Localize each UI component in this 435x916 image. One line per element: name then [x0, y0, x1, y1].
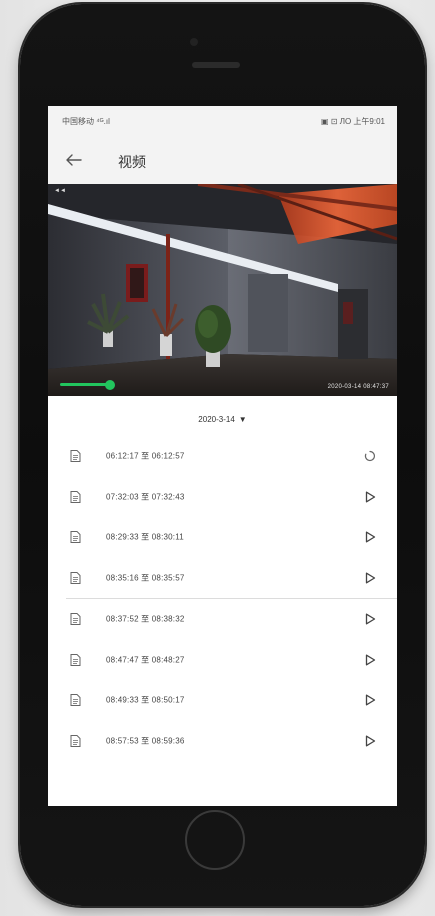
play-icon[interactable]: [363, 693, 377, 707]
video-file-icon: [70, 653, 81, 666]
recording-row[interactable]: 08:57:53 至 08:59:36: [48, 721, 397, 762]
video-file-icon: [70, 571, 81, 584]
video-file-icon: [70, 694, 81, 707]
front-camera: [190, 38, 198, 46]
date-label: 2020-3-14: [198, 414, 235, 424]
play-icon[interactable]: [363, 530, 377, 544]
recording-time-range: 07:32:03 至 07:32:43: [106, 492, 185, 502]
play-icon[interactable]: [363, 571, 377, 585]
recording-time-range: 08:49:33 至 08:50:17: [106, 695, 185, 705]
video-file-icon: [70, 490, 81, 503]
status-right-indicators: ▣ ⊡ ЛO 上午9:01: [321, 117, 385, 126]
video-timestamp: 2020-03-14 08:47:37: [327, 384, 389, 390]
recording-time-range: 06:12:17 至 06:12:57: [106, 451, 185, 461]
play-icon[interactable]: [363, 612, 377, 626]
recording-row[interactable]: 06:12:17 至 06:12:57: [48, 436, 397, 477]
title-bar: 视频: [48, 136, 397, 184]
video-file-icon: [70, 450, 81, 463]
recording-row[interactable]: 08:29:33 至 08:30:11: [48, 517, 397, 558]
recording-row[interactable]: 08:35:16 至 08:35:57: [48, 558, 397, 599]
video-file-icon: [70, 613, 81, 626]
home-button[interactable]: [185, 810, 245, 870]
video-player[interactable]: ◄◄ 2020-03-14 08:47:37: [48, 184, 397, 396]
recording-time-range: 08:29:33 至 08:30:11: [106, 532, 184, 542]
carrier-label: 中国移动 ⁴ᴳ.ıl: [62, 117, 110, 126]
recording-row[interactable]: 08:37:52 至 08:38:32: [48, 599, 397, 640]
page-title: 视频: [118, 154, 146, 170]
recording-row[interactable]: 08:49:33 至 08:50:17: [48, 680, 397, 721]
caret-down-icon: ▼: [238, 414, 247, 424]
recording-time-range: 08:57:53 至 08:59:36: [106, 736, 185, 746]
recording-row[interactable]: 07:32:03 至 07:32:43: [48, 477, 397, 518]
recording-time-range: 08:47:47 至 08:48:27: [106, 655, 185, 665]
recording-row[interactable]: 08:47:47 至 08:48:27: [48, 640, 397, 681]
play-icon[interactable]: [363, 734, 377, 748]
play-icon[interactable]: [363, 490, 377, 504]
phone-frame: 中国移动 ⁴ᴳ.ıl ▣ ⊡ ЛO 上午9:01 视频 ◄◄ 2020-03-1…: [20, 4, 425, 906]
earpiece: [192, 62, 240, 68]
status-bar: 中国移动 ⁴ᴳ.ıl ▣ ⊡ ЛO 上午9:01: [48, 106, 397, 136]
background: 中国移动 ⁴ᴳ.ıl ▣ ⊡ ЛO 上午9:01 视频 ◄◄ 2020-03-1…: [0, 0, 435, 916]
progress-track[interactable]: [60, 380, 270, 390]
back-button[interactable]: [62, 148, 86, 172]
arrow-left-icon: [66, 154, 82, 166]
app-screen: 中国移动 ⁴ᴳ.ıl ▣ ⊡ ЛO 上午9:01 视频 ◄◄ 2020-03-1…: [48, 106, 397, 806]
loading-spinner-icon[interactable]: [363, 449, 377, 463]
recording-list: 06:12:17 至 06:12:57 07:32:03 至 07:32:43 08…: [48, 436, 397, 761]
video-frame: [48, 184, 397, 396]
video-file-icon: [70, 734, 81, 747]
recording-time-range: 08:37:52 至 08:38:32: [106, 614, 185, 624]
camera-label: ◄◄: [54, 188, 66, 194]
date-selector[interactable]: 2020-3-14 ▼: [48, 406, 397, 432]
recording-time-range: 08:35:16 至 08:35:57: [106, 573, 185, 583]
play-icon[interactable]: [363, 653, 377, 667]
video-file-icon: [70, 531, 81, 544]
progress-fill: [60, 383, 111, 386]
